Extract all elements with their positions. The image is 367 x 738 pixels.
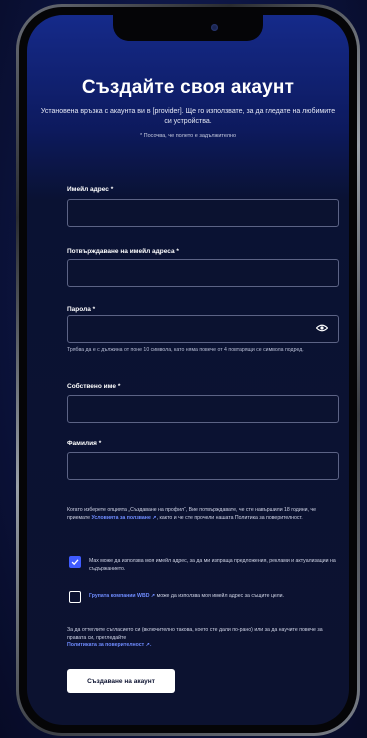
first-name-input[interactable] xyxy=(67,395,339,423)
last-name-input[interactable] xyxy=(67,452,339,480)
show-password-icon[interactable] xyxy=(316,324,328,332)
phone-bezel: Създайте своя акаунт Установена връзка с… xyxy=(19,7,357,733)
privacy-policy-link[interactable]: Политиката за поверителност ↗. xyxy=(67,642,151,648)
phone-notch xyxy=(113,15,263,41)
camera-icon xyxy=(211,24,218,31)
page-title: Създайте своя акаунт xyxy=(81,77,295,98)
marketing-consent-text: Max може да използва моя имейл адрес, за… xyxy=(89,558,336,572)
email-input[interactable] xyxy=(67,199,339,227)
consent-withdraw-body: За да оттеглите съгласието си (включител… xyxy=(67,627,323,641)
required-note: * Посочва, че полето е задължително xyxy=(139,133,237,139)
email-label: Имейл адрес * xyxy=(67,186,114,193)
legal-text: Когато изберете опцията „Създаване на пр… xyxy=(67,506,339,522)
checkmark-icon xyxy=(71,559,79,566)
legal-text-after: , както и че сте прочели нашата Политика… xyxy=(156,515,303,521)
first-name-label: Собствено име * xyxy=(67,383,121,390)
wbd-group-link[interactable]: Групата компании WBD ↗ xyxy=(89,593,155,599)
consent-withdraw-text: За да оттеглите съгласието си (включител… xyxy=(67,627,339,650)
phone-frame: Създайте своя акаунт Установена връзка с… xyxy=(16,4,360,736)
create-account-button[interactable]: Създаване на акаунт xyxy=(67,669,175,693)
email-confirm-input[interactable] xyxy=(67,259,339,287)
email-confirm-label: Потвърждаване на имейл адреса * xyxy=(67,248,179,255)
password-hint: Трябва да е с дължина от поне 10 символа… xyxy=(67,347,304,353)
wbd-consent-text: Групата компании WBD ↗ може да използва … xyxy=(89,592,339,600)
page-subtitle: Установена връзка с акаунта ви в [provid… xyxy=(40,108,336,125)
last-name-label: Фамилия * xyxy=(67,440,102,447)
password-input[interactable] xyxy=(67,315,339,343)
wbd-consent-suffix: може да използва моя имейл адрес за същи… xyxy=(155,593,284,599)
terms-link[interactable]: Условията за ползване ↗ xyxy=(91,515,156,521)
password-label: Парола * xyxy=(67,306,96,313)
wbd-consent-checkbox[interactable] xyxy=(69,591,81,603)
marketing-consent-checkbox[interactable] xyxy=(69,556,81,568)
phone-screen: Създайте своя акаунт Установена връзка с… xyxy=(27,15,349,725)
